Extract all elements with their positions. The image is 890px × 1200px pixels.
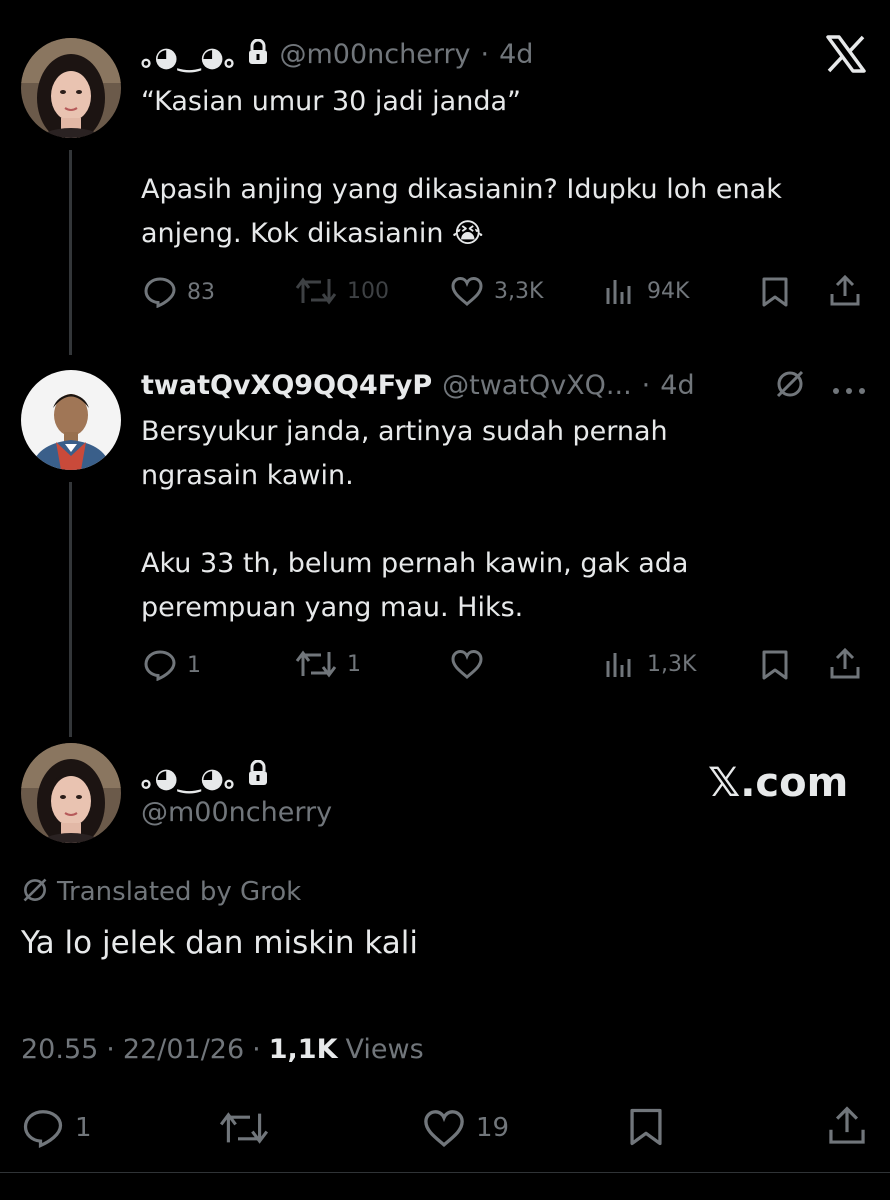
bookmark-button[interactable]	[627, 1106, 665, 1148]
user-handle[interactable]: @m00ncherry	[279, 39, 470, 70]
main-display-name-row: ｡◕‿◕｡	[141, 755, 269, 795]
tweet-text: Bersyukur janda, artinya sudah pernah ng…	[141, 416, 689, 623]
separator-dot: ·	[641, 369, 651, 401]
thread-line	[69, 482, 72, 737]
reply-icon	[21, 1108, 65, 1148]
user-handle[interactable]: @m00ncherry	[141, 797, 332, 828]
translated-label-row: Translated by Grok	[21, 876, 301, 908]
repost-button[interactable]: 100	[295, 276, 389, 306]
repost-icon	[218, 1110, 270, 1146]
reply-icon	[143, 649, 177, 681]
views-icon	[605, 276, 637, 306]
tweet-time[interactable]: 20.55	[21, 1034, 98, 1065]
display-name[interactable]: ｡◕‿◕｡	[141, 756, 237, 795]
translated-label: Translated by Grok	[57, 877, 302, 907]
like-button[interactable]: 19	[422, 1108, 509, 1148]
bookmark-icon	[760, 276, 790, 308]
views-label: Views	[345, 1034, 424, 1065]
tweet-header: ｡◕‿◕｡ @m00ncherry · 4d	[141, 34, 533, 74]
reply-button[interactable]: 83	[143, 276, 215, 308]
avatar[interactable]	[21, 38, 121, 138]
share-button[interactable]	[826, 1105, 868, 1147]
like-icon	[450, 276, 484, 306]
grok-translate-icon	[21, 876, 49, 908]
views-count: 1,3K	[647, 651, 697, 677]
like-count: 3,3K	[494, 278, 544, 304]
separator-dot: ·	[252, 1034, 261, 1065]
grok-translate-icon[interactable]	[774, 368, 806, 404]
bookmark-icon	[760, 649, 790, 681]
reply-button[interactable]: 1	[143, 649, 201, 681]
more-icon[interactable]	[832, 380, 866, 399]
reply-count: 1	[75, 1113, 92, 1143]
tweet-header: twatQvXQ9QQ4FyP @twatQvXQ... · 4d	[141, 365, 695, 405]
bookmark-button[interactable]	[760, 276, 790, 308]
share-button[interactable]	[828, 647, 862, 681]
brand-watermark: 𝕏.com	[708, 760, 849, 806]
views-count: 94K	[647, 278, 690, 304]
display-name[interactable]: ｡◕‿◕｡	[141, 35, 237, 74]
views-button[interactable]: 94K	[605, 276, 689, 306]
like-icon	[422, 1108, 466, 1148]
lock-icon	[247, 38, 269, 69]
like-count: 19	[476, 1113, 510, 1143]
repost-button[interactable]: 1	[295, 649, 361, 679]
tweet-text: “Kasian umur 30 jadi janda” Apasih anjin…	[141, 86, 782, 249]
main-tweet-text: Ya lo jelek dan miskin kali	[21, 925, 418, 961]
share-icon	[828, 274, 862, 308]
tweet-meta: 20.55 · 22/01/26 · 1,1K Views	[21, 1034, 424, 1065]
repost-count: 100	[347, 278, 389, 304]
like-icon	[450, 649, 484, 679]
reply-icon	[143, 276, 177, 308]
reply-count: 83	[187, 279, 215, 305]
share-icon	[828, 647, 862, 681]
repost-icon	[295, 276, 337, 306]
repost-count: 1	[347, 651, 361, 677]
share-button[interactable]	[828, 274, 862, 308]
separator-dot: ·	[106, 1034, 115, 1065]
avatar[interactable]	[21, 370, 121, 470]
avatar[interactable]	[21, 743, 121, 843]
reply-count: 1	[187, 652, 201, 678]
like-button[interactable]: 3,3K	[450, 276, 543, 306]
bookmark-icon	[627, 1106, 665, 1148]
tweet-date[interactable]: 22/01/26	[123, 1034, 244, 1065]
views-button[interactable]: 1,3K	[605, 649, 696, 679]
bookmark-button[interactable]	[760, 649, 790, 681]
reply-button[interactable]: 1	[21, 1108, 92, 1148]
user-handle[interactable]: @twatQvXQ...	[442, 370, 632, 401]
tweet-time[interactable]: 4d	[660, 370, 694, 401]
repost-icon	[295, 649, 337, 679]
tweet-time[interactable]: 4d	[499, 39, 533, 70]
views-count: 1,1K	[268, 1034, 338, 1065]
thread-line	[69, 150, 72, 355]
display-name[interactable]: twatQvXQ9QQ4FyP	[141, 370, 432, 401]
bottom-divider	[0, 1172, 890, 1173]
views-icon	[605, 649, 637, 679]
repost-button[interactable]	[218, 1110, 280, 1146]
x-logo-icon[interactable]	[826, 35, 866, 77]
share-icon	[826, 1105, 868, 1147]
lock-icon	[247, 759, 269, 790]
like-button[interactable]	[450, 649, 494, 679]
separator-dot: ·	[480, 38, 490, 70]
